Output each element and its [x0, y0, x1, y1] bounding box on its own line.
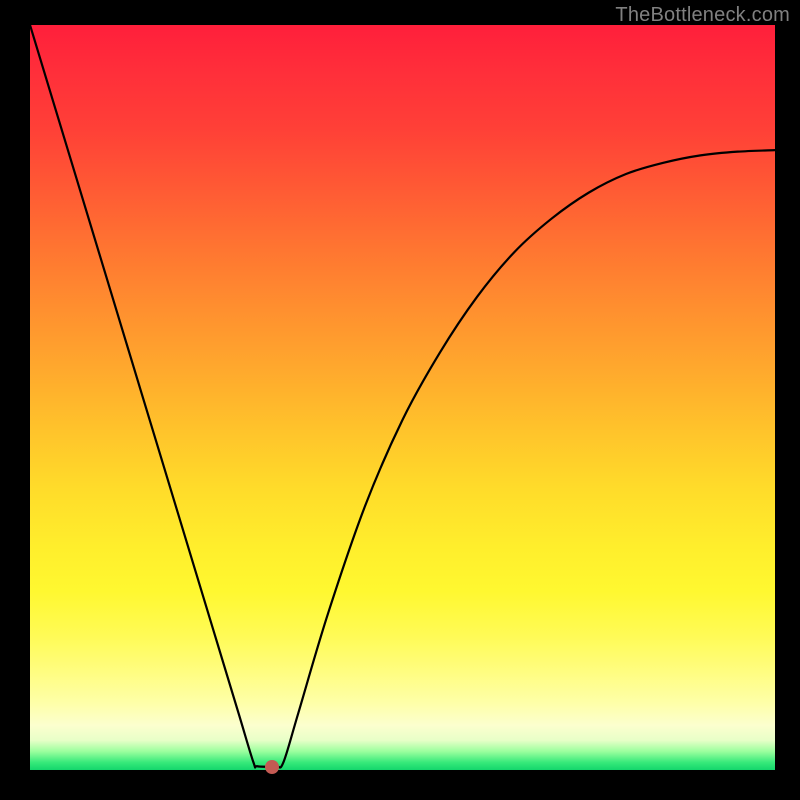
bottleneck-curve: [30, 25, 775, 770]
plot-area: [30, 25, 775, 770]
optimum-marker: [265, 760, 279, 774]
chart-frame: TheBottleneck.com: [0, 0, 800, 800]
watermark-text: TheBottleneck.com: [615, 4, 790, 27]
